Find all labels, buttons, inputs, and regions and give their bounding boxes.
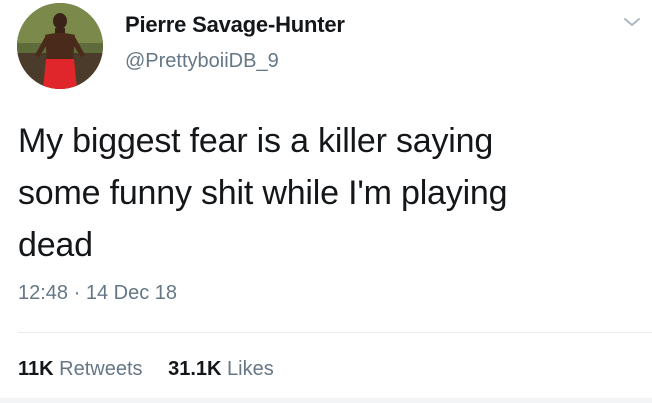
avatar[interactable] xyxy=(17,3,103,89)
display-name[interactable]: Pierre Savage-Hunter xyxy=(125,12,345,38)
user-avatar-photo-icon xyxy=(17,3,103,89)
tweet-date: 14 Dec 18 xyxy=(85,282,178,304)
timestamp-separator: · xyxy=(73,282,81,304)
tweet-stats: 11K Retweets 31.1K Likes xyxy=(18,358,294,381)
chevron-down-icon[interactable] xyxy=(621,14,643,30)
tweet-text-line: some funny shit while I'm playing xyxy=(18,174,508,212)
tweet-text-line: dead xyxy=(18,226,93,264)
retweets-label: Retweets xyxy=(59,358,143,380)
likes-label: Likes xyxy=(227,358,274,380)
tweet-text-line: My biggest fear is a killer saying xyxy=(18,122,494,160)
divider xyxy=(18,332,652,333)
bottom-divider xyxy=(0,398,652,403)
tweet-text: My biggest fear is a killer saying some … xyxy=(18,115,638,271)
tweet-time: 12:48 xyxy=(18,282,69,304)
likes-count: 31.1K xyxy=(168,358,222,380)
retweets-count: 11K xyxy=(18,358,54,380)
tweet-card: Pierre Savage-Hunter @PrettyboiiDB_9 My … xyxy=(0,0,652,403)
user-handle[interactable]: @PrettyboiiDB_9 xyxy=(125,50,279,73)
tweet-timestamp[interactable]: 12:48 · 14 Dec 18 xyxy=(18,282,177,305)
retweets-stat[interactable]: 11K Retweets xyxy=(18,358,148,380)
likes-stat[interactable]: 31.1K Likes xyxy=(168,358,274,380)
